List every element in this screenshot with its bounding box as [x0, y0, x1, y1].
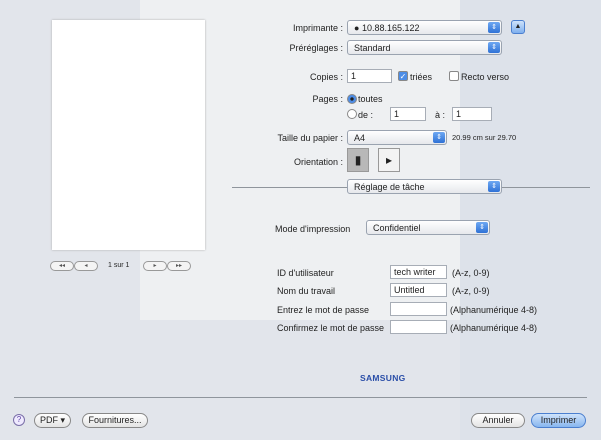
confirm-password-label: Confirmez le mot de passe — [277, 323, 385, 333]
password-hint: (Alphanumérique 4-8) — [450, 305, 538, 315]
landscape-icon: ▸ — [385, 153, 393, 167]
pages-from-input[interactable]: 1 — [390, 107, 426, 121]
pages-label: Pages : — [312, 94, 343, 104]
job-name-label: Nom du travail — [277, 286, 336, 296]
printer-label: Imprimante : — [292, 23, 343, 33]
print-mode-select[interactable]: Confidentiel ⇕ — [366, 220, 490, 235]
page-counter: 1 sur 1 — [108, 262, 130, 269]
paper-size-label: Taille du papier : — [277, 133, 343, 143]
printer-value: 10.88.165.122 — [361, 23, 420, 33]
printer-select[interactable]: ● 10.88.165.122 ⇕ — [347, 20, 502, 35]
paper-dimensions: 20.99 cm sur 29.70 — [452, 133, 517, 142]
next-page-button[interactable]: ▸ — [143, 261, 167, 271]
triangle-up-icon: ▲ — [514, 23, 522, 30]
page-preview — [52, 20, 205, 250]
duplex-checkbox[interactable] — [449, 71, 459, 81]
print-button[interactable]: Imprimer — [531, 413, 586, 428]
password-label: Entrez le mot de passe — [277, 305, 370, 315]
paper-size-value: A4 — [354, 133, 366, 143]
pages-all-radio[interactable] — [347, 94, 357, 104]
select-arrows-icon: ⇕ — [433, 132, 445, 143]
job-name-input[interactable]: Untitled — [390, 283, 447, 297]
bottom-separator — [14, 397, 587, 398]
collated-checkbox[interactable]: ✓ — [398, 71, 408, 81]
pages-to-input[interactable]: 1 — [452, 107, 492, 121]
orientation-portrait-button[interactable]: ▮ — [347, 148, 369, 172]
samsung-logo: SAMSUNG — [360, 373, 406, 383]
orientation-landscape-button[interactable]: ▸ — [378, 148, 400, 172]
portrait-icon: ▮ — [354, 153, 362, 167]
copies-input[interactable]: 1 — [347, 69, 392, 83]
supplies-button[interactable]: Fournitures... — [82, 413, 148, 428]
pages-from-label: de : — [358, 110, 374, 120]
confirm-password-hint: (Alphanumérique 4-8) — [450, 323, 538, 333]
first-page-button[interactable]: ◂◂ — [50, 261, 74, 271]
password-input[interactable] — [390, 302, 447, 316]
collapse-details-button[interactable]: ▲ — [511, 20, 525, 34]
select-arrows-icon: ⇕ — [488, 22, 500, 33]
cancel-button[interactable]: Annuler — [471, 413, 525, 428]
job-fields: ID d'utilisateur tech writer (A-z, 0-9) … — [277, 265, 597, 341]
panel-select[interactable]: Réglage de tâche ⇕ — [347, 179, 502, 194]
user-id-hint: (A-z, 0-9) — [452, 268, 490, 278]
pages-to-label: à : — [435, 110, 446, 120]
user-id-label: ID d'utilisateur — [277, 268, 334, 278]
collated-label: triées — [410, 72, 433, 82]
copies-label: Copies : — [309, 72, 343, 82]
pages-range-radio[interactable] — [347, 109, 357, 119]
print-mode-value: Confidentiel — [373, 223, 421, 233]
select-arrows-icon: ⇕ — [476, 222, 488, 233]
paper-size-select[interactable]: A4 ⇕ — [347, 130, 447, 145]
last-page-button[interactable]: ▸▸ — [167, 261, 191, 271]
pages-all-label: toutes — [358, 94, 383, 104]
presets-value: Standard — [354, 43, 391, 53]
panel-value: Réglage de tâche — [354, 182, 425, 192]
orientation-label: Orientation : — [293, 157, 343, 167]
select-arrows-icon: ⇕ — [488, 181, 500, 192]
select-arrows-icon: ⇕ — [488, 42, 500, 53]
job-name-hint: (A-z, 0-9) — [452, 286, 490, 296]
help-button[interactable]: ? — [13, 414, 25, 426]
presets-label: Préréglages : — [289, 43, 343, 53]
duplex-label: Recto verso — [461, 72, 510, 82]
printer-status-icon: ● — [354, 23, 362, 33]
confirm-password-input[interactable] — [390, 320, 447, 334]
prev-page-button[interactable]: ◂ — [74, 261, 98, 271]
presets-select[interactable]: Standard ⇕ — [347, 40, 502, 55]
pdf-menu-button[interactable]: PDF ▾ — [34, 413, 71, 428]
user-id-input[interactable]: tech writer — [390, 265, 447, 279]
print-mode-label: Mode d'impression — [275, 224, 351, 234]
